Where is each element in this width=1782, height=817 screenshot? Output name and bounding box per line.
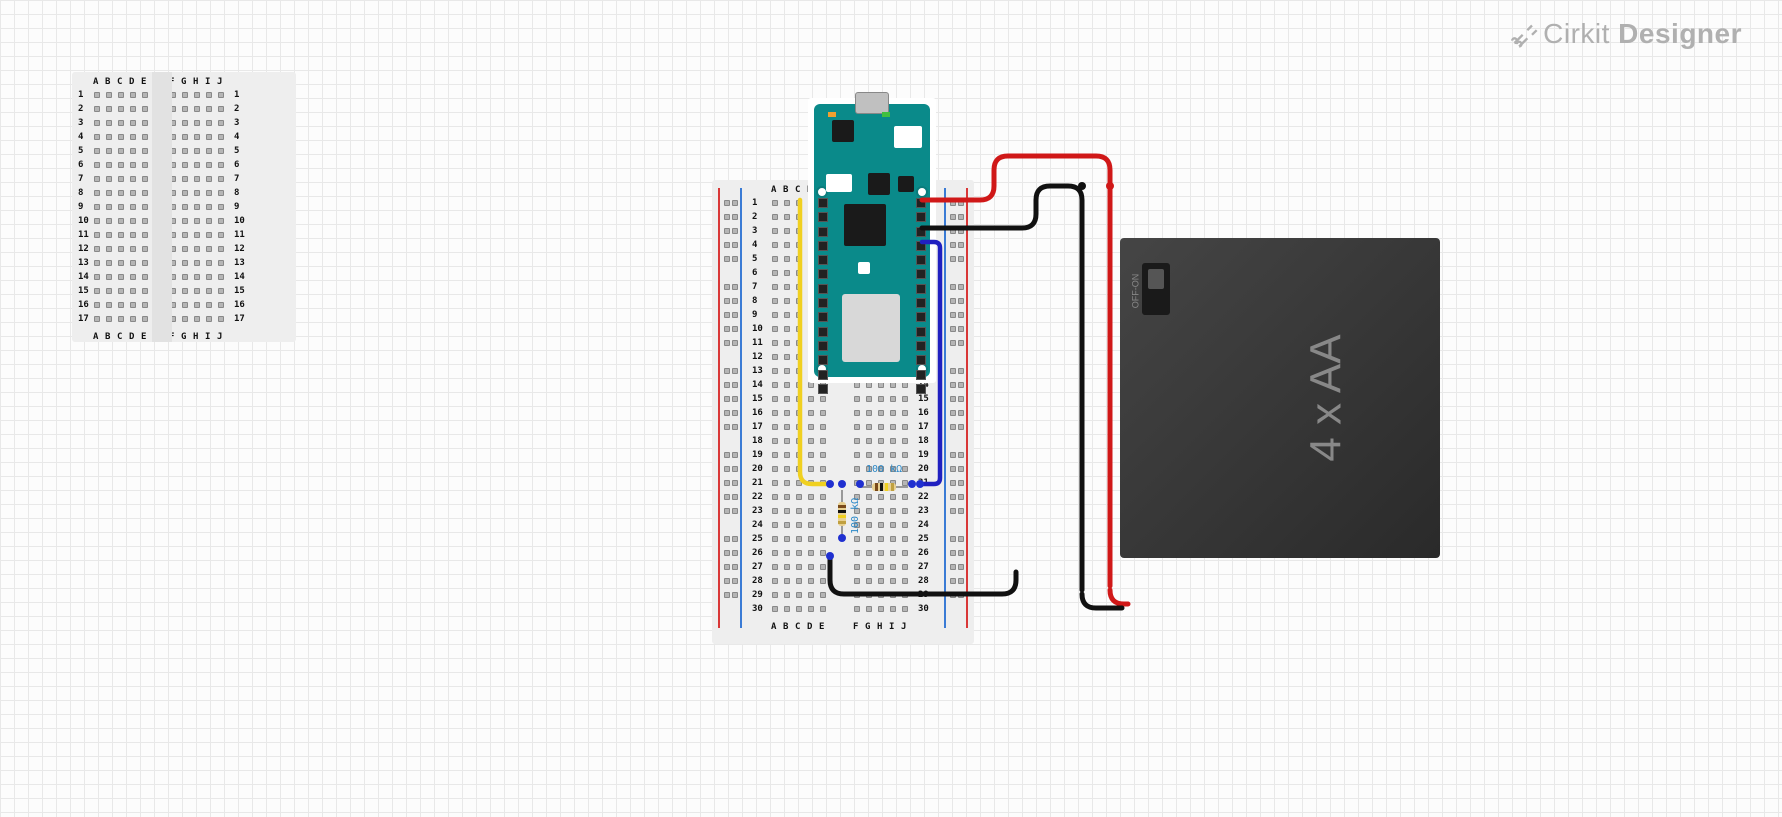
battery-4aa[interactable]: OFF-ON 4 x AA — [1120, 238, 1440, 558]
battery-label: 4 x AA — [1301, 334, 1351, 461]
switch-label: OFF-ON — [1130, 274, 1140, 309]
battery-switch[interactable] — [1142, 263, 1170, 315]
logo-brand: Cirkit — [1543, 18, 1610, 49]
arduino-mkr[interactable] — [808, 98, 936, 383]
resistor-h-label: 100 kΩ — [866, 464, 902, 475]
app-logo: Cirkit Designer — [1511, 18, 1742, 50]
resistor-horizontal[interactable] — [860, 480, 908, 488]
logo-product: Designer — [1618, 18, 1742, 49]
resistor-vertical[interactable] — [838, 490, 846, 538]
resistor-v-label: 100 kΩ — [850, 498, 861, 534]
breadboard-small[interactable]: AABBCCDDEEFFGGHHIIJJ11223344556677889910… — [72, 72, 296, 342]
